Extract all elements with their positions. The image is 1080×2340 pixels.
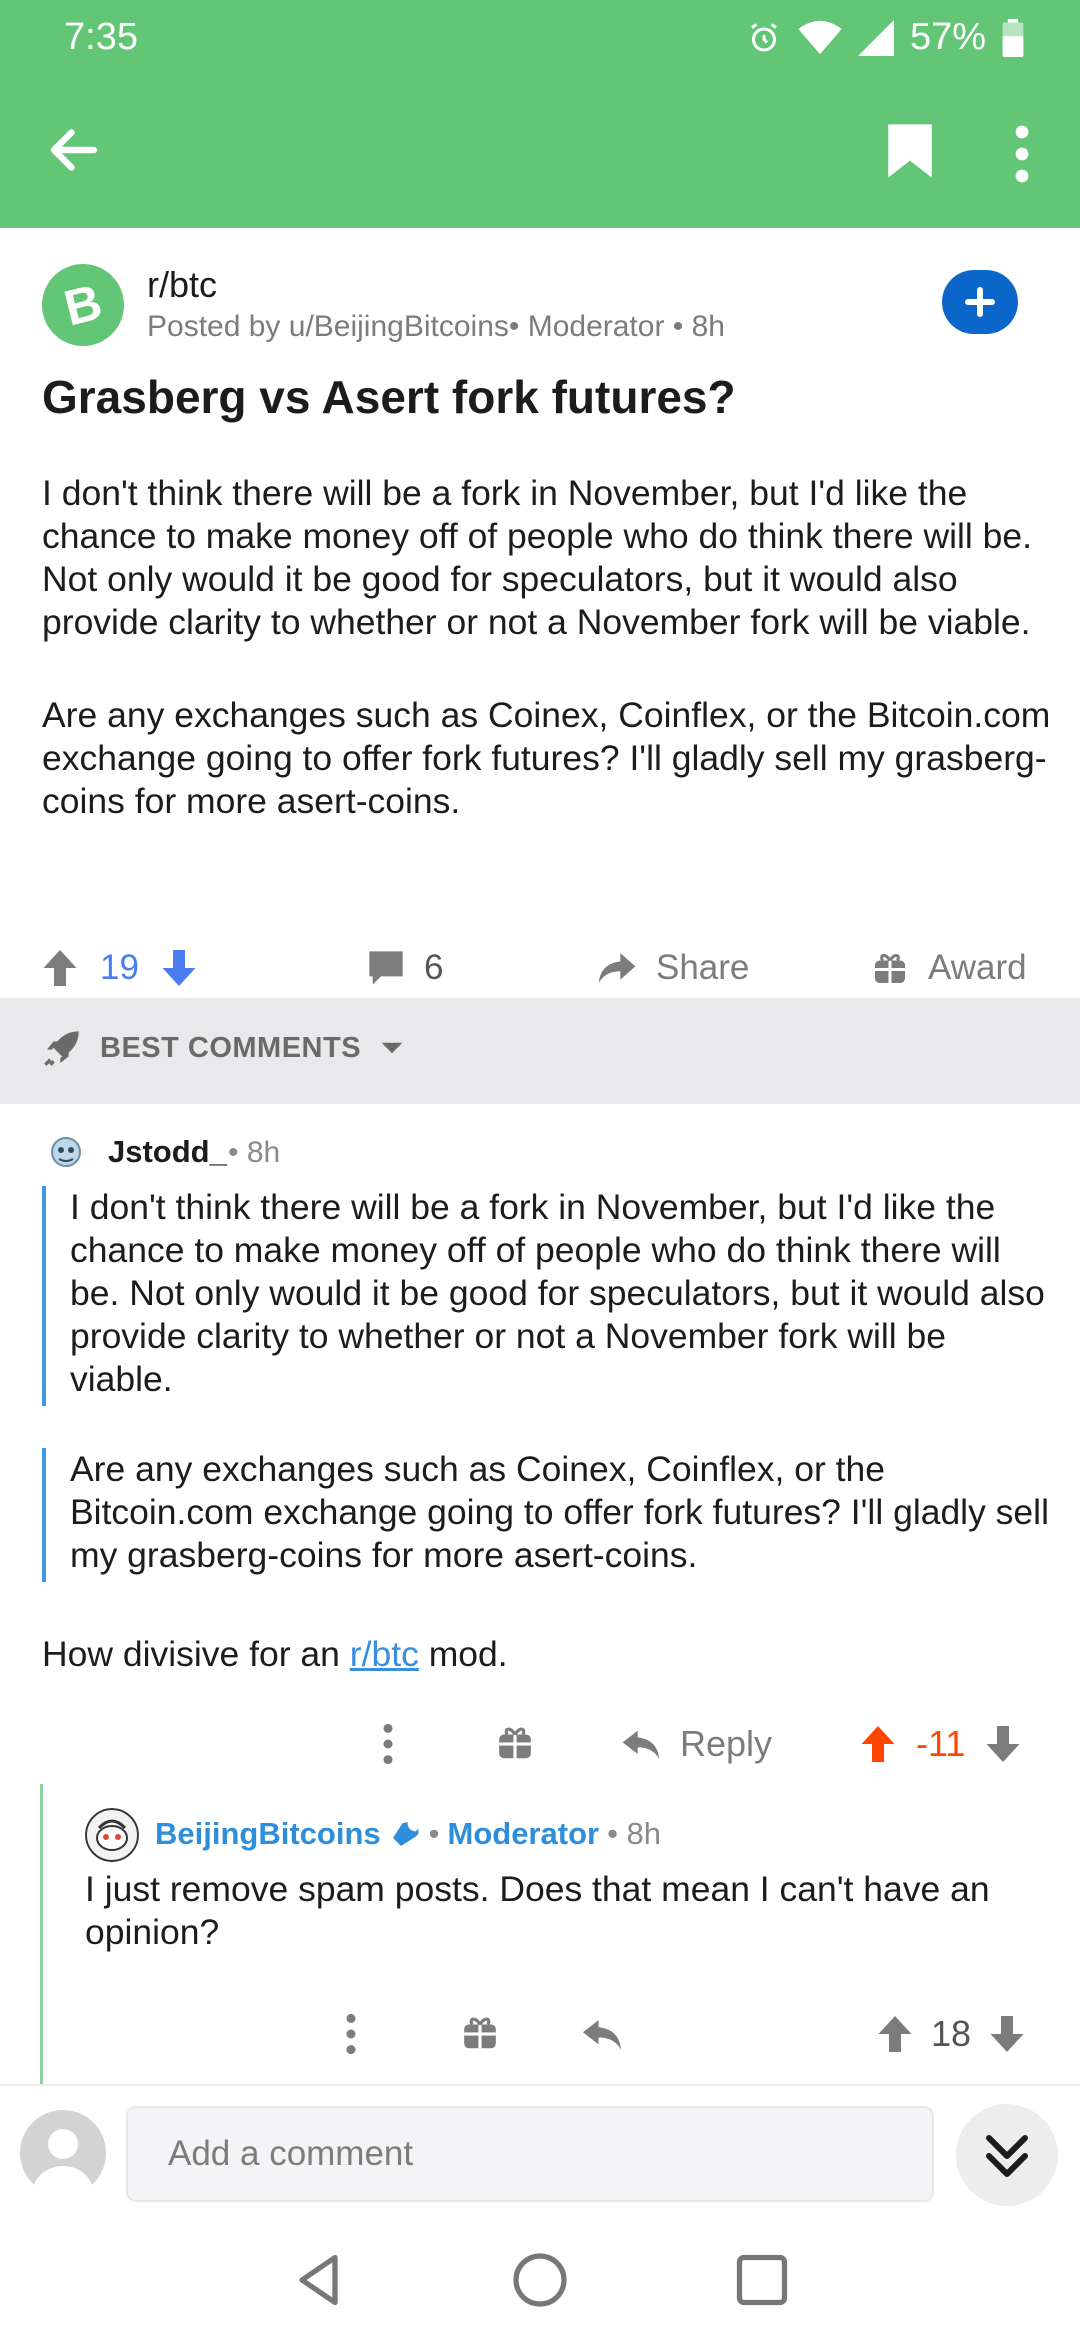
back-arrow-icon[interactable] [44, 120, 104, 180]
wrench-icon [392, 1822, 418, 1846]
join-button[interactable] [942, 270, 1018, 334]
comment-count: 6 [424, 948, 444, 987]
reply-button[interactable]: Reply [620, 1718, 772, 1770]
comment-actions: Reply -11 [0, 1704, 1080, 1784]
share-arrow-icon [598, 953, 636, 983]
subreddit-name[interactable]: r/btc [147, 264, 217, 306]
share-button[interactable]: Share [596, 940, 749, 996]
vote-group: 19 [42, 940, 197, 996]
more-vertical-icon[interactable] [337, 2008, 365, 2060]
moderator-label: Moderator [447, 1816, 600, 1851]
bookmark-icon[interactable] [884, 122, 936, 180]
award-label: Award [928, 948, 1027, 987]
nav-recents-icon[interactable] [732, 2250, 792, 2310]
signal-icon [857, 19, 894, 56]
current-user-avatar[interactable] [20, 2110, 106, 2196]
share-label: Share [656, 948, 750, 987]
post-paragraph: Are any exchanges such as Coinex, Coinfl… [42, 695, 1051, 821]
more-vertical-icon[interactable] [1004, 124, 1040, 184]
status-time: 7:35 [64, 16, 138, 58]
subreddit-link[interactable]: r/btc [350, 1634, 419, 1674]
rocket-icon [44, 1031, 79, 1066]
svg-text:B: B [59, 273, 108, 336]
comment-time: • 8h [228, 1136, 281, 1169]
award-button[interactable]: Award [872, 940, 1027, 996]
wifi-icon [798, 20, 842, 54]
comment-quote: Are any exchanges such as Coinex, Coinfl… [42, 1448, 1052, 1582]
comment-vote-group: -11 [860, 1718, 1021, 1770]
post-title[interactable]: Grasberg vs Asert fork futures? [42, 370, 1042, 424]
reply-label: Reply [680, 1723, 773, 1764]
toolbar [0, 80, 1080, 228]
reply-author-line: BeijingBitcoins • Moderator • 8h [155, 1816, 661, 1852]
double-chevron-down-icon [986, 2135, 1028, 2177]
user-silhouette-icon [33, 2129, 93, 2196]
reply-actions: 18 [43, 1994, 1080, 2074]
plus-icon [965, 287, 995, 317]
gift-icon[interactable] [461, 2008, 499, 2060]
post-meta: Posted by u/BeijingBitcoins• Moderator •… [147, 310, 725, 343]
add-comment-input[interactable]: Add a comment [126, 2106, 934, 2202]
system-nav-bar [0, 2220, 1080, 2340]
comment-score: -11 [916, 1723, 966, 1764]
comment-bubble-icon [369, 951, 403, 985]
downvote-icon[interactable] [989, 2014, 1025, 2054]
reply-author[interactable]: BeijingBitcoins [155, 1816, 381, 1852]
comments-button[interactable]: 6 [366, 940, 443, 996]
upvote-icon[interactable] [42, 948, 78, 988]
comment-text-before: How divisive for an [42, 1634, 350, 1674]
reply-arrow-icon [622, 1730, 660, 1759]
app-bar: 7:35 57% [0, 0, 1080, 228]
upvote-icon[interactable] [860, 1724, 896, 1764]
gift-icon[interactable] [496, 1718, 534, 1770]
next-comment-button[interactable] [956, 2104, 1058, 2206]
reply-comment: BeijingBitcoins • Moderator • 8h I just … [40, 1784, 1080, 2084]
downvote-icon[interactable] [985, 1724, 1021, 1764]
comment-text-after: mod. [418, 1634, 508, 1674]
alarm-icon [751, 22, 777, 51]
status-icons: 57% [746, 16, 1024, 59]
more-vertical-icon[interactable] [374, 1718, 402, 1770]
post-body: I don't think there will be a fork in No… [42, 472, 1052, 873]
upvote-icon[interactable] [877, 2014, 913, 2054]
comment-author[interactable]: Jstodd_ [108, 1134, 227, 1170]
gift-icon [875, 953, 905, 983]
downvote-icon[interactable] [161, 948, 197, 988]
reply-text: I just remove spam posts. Does that mean… [85, 1869, 990, 1952]
dot-separator: • [428, 1816, 440, 1851]
comment-text: How divisive for an r/btc mod. [42, 1634, 508, 1675]
comment-quote: I don't think there will be a fork in No… [42, 1186, 1052, 1406]
reply-vote-group: 18 [877, 2008, 1025, 2060]
vote-count: 19 [100, 948, 139, 987]
status-bar: 7:35 57% [0, 0, 1080, 80]
post-paragraph: I don't think there will be a fork in No… [42, 473, 1032, 642]
sort-selector[interactable]: BEST COMMENTS [42, 1028, 405, 1068]
nav-home-icon[interactable] [510, 2250, 570, 2310]
reply-time: • 8h [607, 1816, 662, 1851]
battery-icon [1002, 18, 1024, 57]
comment-bar: Add a comment [0, 2084, 1080, 2220]
subreddit-avatar[interactable]: B [42, 264, 124, 346]
user-avatar-icon[interactable] [85, 1808, 139, 1862]
chevron-down-icon [381, 1042, 403, 1054]
sort-label: BEST COMMENTS [100, 1031, 362, 1064]
nav-back-icon[interactable] [290, 2250, 350, 2310]
user-avatar-icon[interactable] [44, 1126, 88, 1174]
reply-score: 18 [931, 2013, 972, 2054]
battery-percent: 57% [909, 16, 986, 58]
comment-sort-bar[interactable]: BEST COMMENTS [0, 998, 1080, 1104]
reply-arrow-icon[interactable] [581, 2008, 623, 2060]
bitcoin-cash-logo-icon: B [59, 273, 108, 336]
